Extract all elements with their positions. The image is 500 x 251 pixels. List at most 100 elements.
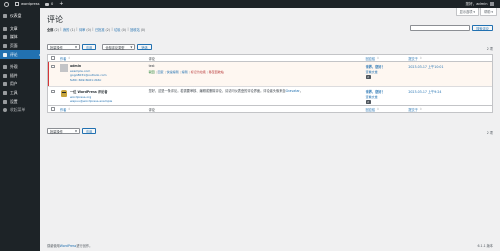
chevron-down-icon: ▾: [491, 10, 493, 14]
unapprove-link[interactable]: 驳回: [149, 70, 155, 74]
filter-mine[interactable]: 我的 (1): [63, 27, 75, 32]
settings-icon: [3, 99, 7, 104]
filter-approved[interactable]: 已批准 (2): [95, 27, 110, 32]
sidebar-item-media[interactable]: 媒体: [0, 33, 40, 42]
comment-date-link[interactable]: 2023-03-17 上午9:24: [408, 90, 441, 94]
author-ip-link[interactable]: fe80::6b9:6b61:2b6c: [70, 78, 107, 82]
wapuu-avatar: [59, 89, 68, 97]
user-icon: [3, 82, 7, 87]
response-post-link[interactable]: 世界，您好！: [366, 89, 405, 94]
comment-count-bubble[interactable]: 2: [365, 100, 371, 105]
wordpress-link[interactable]: WordPress: [60, 244, 77, 248]
home-icon: [15, 2, 19, 6]
sort-icon: ⇕: [67, 56, 71, 60]
comments-link[interactable]: 0: [42, 0, 56, 8]
sidebar-item-posts[interactable]: 文章: [0, 25, 40, 34]
sidebar-item-appearance[interactable]: 外观: [0, 63, 40, 72]
tablenav-top: 批量操作 ▼ 应用 全部评论类型 ▼ 筛选: [47, 44, 152, 50]
comments-count: 0: [50, 2, 54, 6]
response-cell: 世界，您好！ 查看文章 2: [364, 64, 407, 84]
view-post-link[interactable]: 查看文章: [366, 95, 405, 99]
comment-type-select[interactable]: 全部评论类型 ▼: [102, 44, 136, 50]
search-input[interactable]: [410, 25, 471, 31]
select-all-checkbox[interactable]: [51, 107, 55, 112]
author-email-link[interactable]: gogo8031@outlook.com: [70, 73, 107, 77]
filter-pending[interactable]: 待审 (0): [79, 27, 91, 32]
my-account-menu[interactable]: 您好，admin: [462, 0, 500, 8]
footer-version: 6.1.1 版本: [477, 244, 494, 248]
table-footer-row: 作者 ⇕ 评论 回应给 ⇕ 提交于 ⇕: [48, 105, 492, 112]
sidebar-item-dashboard[interactable]: 仪表盘: [0, 12, 40, 21]
sidebar-item-pages[interactable]: 页面: [0, 42, 40, 51]
table-header-row: 作者 ⇕ 评论 回应给 ⇕ 提交于 ⇕: [48, 55, 492, 62]
row-actions: 驳回|回复|快速编辑|编辑|标记为垃圾|移至回收站: [148, 70, 224, 75]
dashboard-icon: [3, 14, 7, 19]
screen-options-button[interactable]: 显示选项▾: [455, 8, 480, 16]
filter-trash[interactable]: 回收站 (0): [130, 27, 145, 32]
comment-search-box: 搜索评论: [410, 25, 493, 31]
column-footer-response[interactable]: 回应给 ⇕: [364, 106, 407, 113]
sort-icon: ⇕: [419, 56, 422, 60]
sidebar-item-label: 插件: [10, 72, 18, 78]
filter-all[interactable]: 全部 (2): [47, 27, 59, 32]
spam-link[interactable]: 标记为垃圾: [191, 70, 206, 74]
page-icon: [3, 44, 7, 49]
table-row: admin example.com gogo8031@outlook.com f…: [48, 62, 492, 86]
filter-spam[interactable]: 垃圾 (0): [114, 27, 126, 32]
bulk-action-select[interactable]: 批量操作 ▼: [47, 44, 80, 50]
filter-button[interactable]: 筛选: [137, 44, 152, 50]
sidebar-item-users[interactable]: 用户: [0, 80, 40, 89]
media-icon: [3, 35, 7, 40]
column-footer-date[interactable]: 提交于 ⇕: [406, 106, 492, 113]
comment-count-bubble[interactable]: 2: [365, 75, 371, 80]
bulk-action-select-bottom[interactable]: 批量操作 ▼: [47, 128, 80, 134]
trash-link[interactable]: 移至回收站: [209, 70, 224, 74]
comment-text: 您好，这是一条评论。若需要审核、编辑或删除评论，请访问仪表盘的评论界面。评论者头…: [148, 89, 303, 93]
author-url-link[interactable]: wordpress.org: [70, 95, 112, 99]
sidebar-item-settings[interactable]: 设置: [0, 97, 40, 106]
avatar: [59, 64, 68, 72]
column-header-response[interactable]: 回应给 ⇕: [364, 55, 407, 62]
quick-edit-link[interactable]: 快速编辑: [167, 70, 179, 74]
sidebar-item-label: 媒体: [10, 34, 18, 40]
author-name: 一位 WordPress 评论者: [69, 90, 108, 94]
column-header-comment: 评论: [148, 56, 155, 61]
author-email-link[interactable]: wapuu@wordpress.example: [70, 99, 112, 103]
view-post-link[interactable]: 查看文章: [366, 70, 405, 74]
sidebar-item-plugins[interactable]: 插件: [0, 72, 40, 81]
gravatar-link[interactable]: Gravatar: [286, 89, 300, 93]
sidebar-item-label: 页面: [10, 43, 18, 49]
new-content-menu[interactable]: +: [56, 0, 67, 8]
main-content: 显示选项▾ 帮助▾ 评论 全部 (2) | 我的 (1) | 待审 (0) | …: [40, 8, 500, 251]
comment-author-cell: 一位 WordPress 评论者 wordpress.org wapuu@wor…: [58, 89, 147, 103]
apply-button[interactable]: 应用: [82, 44, 97, 50]
sidebar-item-label: 设置: [10, 98, 18, 104]
column-footer-author[interactable]: 作者 ⇕: [58, 106, 147, 113]
column-header-date[interactable]: 提交于 ⇕: [406, 55, 492, 62]
apply-button-bottom[interactable]: 应用: [82, 128, 97, 134]
sidebar-item-label: 用户: [10, 81, 18, 87]
site-name-link[interactable]: wordpress: [12, 0, 42, 8]
wordpress-logo-menu[interactable]: [0, 0, 12, 8]
sidebar-item-comments[interactable]: 评论: [0, 50, 41, 59]
chevron-down-icon: ▼: [75, 129, 77, 133]
comment-date-link[interactable]: 2023-03-17 上午10:01: [408, 65, 443, 69]
row-checkbox[interactable]: [51, 64, 55, 69]
collapse-menu-button[interactable]: 收起菜单: [0, 106, 40, 115]
author-url-link[interactable]: example.com: [70, 69, 107, 73]
search-comments-button[interactable]: 搜索评论: [472, 25, 493, 31]
comment-author-cell: admin example.com gogo8031@outlook.com f…: [58, 64, 147, 84]
select-all-checkbox[interactable]: [51, 56, 55, 61]
sidebar-item-tools[interactable]: 工具: [0, 89, 40, 98]
row-checkbox[interactable]: [51, 89, 55, 94]
sidebar-item-label: 评论: [10, 51, 18, 57]
response-post-link[interactable]: 世界，您好！: [366, 64, 405, 69]
collapse-arrow-icon: [3, 108, 7, 113]
reply-link[interactable]: 回复: [158, 70, 164, 74]
pin-icon: [3, 26, 7, 31]
column-header-author[interactable]: 作者 ⇕: [58, 55, 147, 62]
edit-link[interactable]: 编辑: [182, 70, 188, 74]
help-button[interactable]: 帮助▾: [480, 8, 497, 16]
sidebar-item-label: 工具: [10, 90, 18, 96]
collapse-label: 收起菜单: [10, 107, 26, 113]
